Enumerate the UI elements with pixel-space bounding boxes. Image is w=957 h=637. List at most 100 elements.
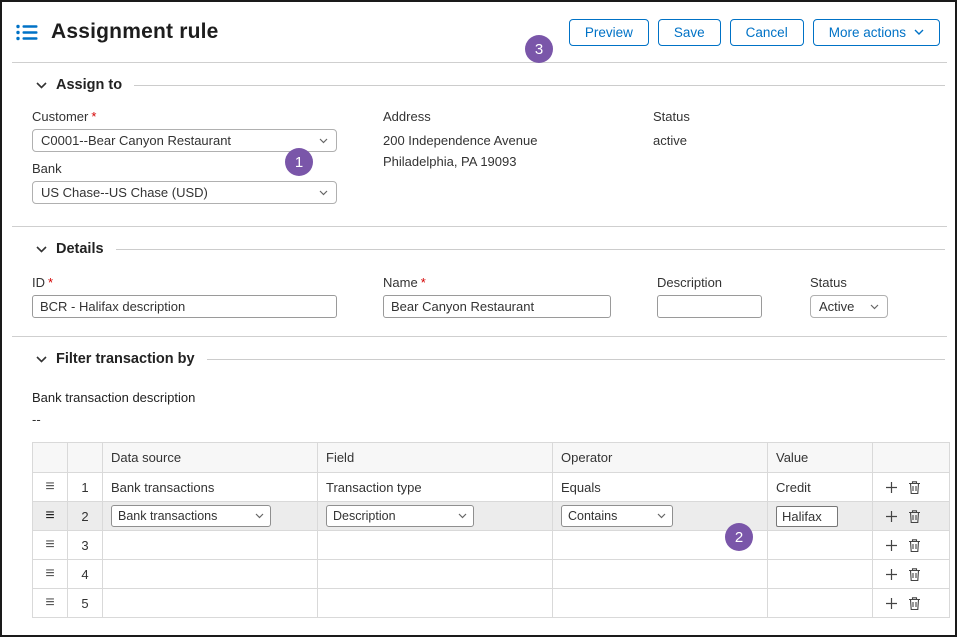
details-status-value: Active	[819, 299, 854, 314]
chevron-down-icon	[255, 513, 264, 519]
drag-handle-icon[interactable]: ≡	[45, 478, 54, 495]
drag-handle-icon[interactable]: ≡	[45, 565, 54, 582]
drag-handle-icon[interactable]: ≡	[45, 507, 54, 524]
cell-data-source[interactable]	[103, 531, 318, 560]
add-row-icon[interactable]	[885, 481, 898, 494]
assignment-rule-page: Assignment rule Preview Save Cancel More…	[0, 0, 957, 637]
details-status-label: Status	[810, 275, 945, 290]
details-status-select[interactable]: Active	[810, 295, 888, 318]
section-rule	[207, 359, 945, 360]
section-divider	[12, 336, 947, 337]
callout-badge-3: 3	[525, 35, 553, 63]
id-input[interactable]	[32, 295, 337, 318]
chevron-down-icon	[319, 190, 328, 196]
add-row-icon[interactable]	[885, 510, 898, 523]
cell-data-source[interactable]	[103, 589, 318, 618]
preview-button[interactable]: Preview	[569, 19, 649, 46]
more-actions-button[interactable]: More actions	[813, 19, 940, 46]
bank-transaction-description-value: --	[32, 412, 945, 427]
cell-field: Transaction type	[318, 473, 553, 502]
section-title: Filter transaction by	[56, 351, 195, 367]
delete-row-icon[interactable]	[908, 596, 921, 611]
name-input[interactable]	[383, 295, 611, 318]
bank-transaction-description-label: Bank transaction description	[32, 390, 945, 405]
filter-conditions-table: Data source Field Operator Value ≡ 1 Ban…	[32, 442, 950, 618]
address-label: Address	[383, 109, 653, 124]
cell-operator: Equals	[553, 473, 768, 502]
cell-value[interactable]	[768, 531, 873, 560]
chevron-down-icon	[36, 356, 47, 363]
table-row-4: ≡ 4	[33, 560, 950, 589]
cell-operator[interactable]	[553, 589, 768, 618]
assign-to-section-header[interactable]: Assign to	[12, 77, 945, 93]
description-input[interactable]	[657, 295, 762, 318]
cell-operator[interactable]	[553, 560, 768, 589]
select-value: Contains	[568, 509, 617, 523]
chevron-down-icon	[319, 138, 328, 144]
row2-data-source-select[interactable]: Bank transactions	[111, 505, 271, 527]
cell-value[interactable]	[768, 560, 873, 589]
bank-select[interactable]: US Chase--US Chase (USD)	[32, 181, 337, 204]
col-header-data-source: Data source	[103, 443, 318, 473]
details-section-header[interactable]: Details	[12, 241, 945, 257]
row2-operator-select[interactable]: Contains	[561, 505, 673, 527]
details-section: Details ID* Name* Description Status Act…	[2, 241, 955, 318]
status-label: Status	[653, 109, 945, 124]
bank-label: Bank	[32, 161, 383, 176]
address-line-2: Philadelphia, PA 19093	[383, 151, 653, 172]
row-number: 1	[68, 473, 103, 502]
description-label: Description	[657, 275, 810, 290]
delete-row-icon[interactable]	[908, 480, 921, 495]
col-header-operator: Operator	[553, 443, 768, 473]
chevron-down-icon	[657, 513, 666, 519]
required-asterisk: *	[421, 275, 426, 290]
add-row-icon[interactable]	[885, 568, 898, 581]
name-label: Name*	[383, 275, 657, 290]
select-value: Bank transactions	[118, 509, 217, 523]
section-rule	[134, 85, 945, 86]
drag-handle-icon[interactable]: ≡	[45, 594, 54, 611]
section-title: Assign to	[56, 77, 122, 93]
customer-select-value: C0001--Bear Canyon Restaurant	[41, 133, 231, 148]
delete-row-icon[interactable]	[908, 567, 921, 582]
cancel-button[interactable]: Cancel	[730, 19, 804, 46]
chevron-down-icon	[36, 82, 47, 89]
section-rule	[116, 249, 945, 250]
required-asterisk: *	[91, 109, 96, 124]
chevron-down-icon	[870, 304, 879, 310]
delete-row-icon[interactable]	[908, 538, 921, 553]
customer-select[interactable]: C0001--Bear Canyon Restaurant	[32, 129, 337, 152]
row2-value-input[interactable]	[776, 506, 838, 527]
header: Assignment rule Preview Save Cancel More…	[2, 2, 955, 62]
drag-handle-icon[interactable]: ≡	[45, 536, 54, 553]
assign-to-section: Assign to Customer* C0001--Bear Canyon R…	[2, 77, 955, 204]
row-number: 3	[68, 531, 103, 560]
bank-select-value: US Chase--US Chase (USD)	[41, 185, 208, 200]
header-buttons: Preview Save Cancel More actions	[569, 19, 940, 46]
drag-column-header	[33, 443, 68, 473]
add-row-icon[interactable]	[885, 539, 898, 552]
cell-value[interactable]	[768, 589, 873, 618]
add-row-icon[interactable]	[885, 597, 898, 610]
chevron-down-icon	[458, 513, 467, 519]
select-value: Description	[333, 509, 396, 523]
save-button[interactable]: Save	[658, 19, 721, 46]
row-number: 5	[68, 589, 103, 618]
cell-field[interactable]	[318, 589, 553, 618]
filter-section: Filter transaction by Bank transaction d…	[2, 351, 955, 618]
address-line-1: 200 Independence Avenue	[383, 130, 653, 151]
table-row-2: ≡ 2 Bank transactions Description	[33, 502, 950, 531]
callout-badge-2: 2	[725, 523, 753, 551]
callout-badge-1: 1	[285, 148, 313, 176]
row-number: 4	[68, 560, 103, 589]
row2-field-select[interactable]: Description	[326, 505, 474, 527]
row-number: 2	[68, 502, 103, 531]
number-column-header	[68, 443, 103, 473]
filter-section-header[interactable]: Filter transaction by	[12, 351, 945, 367]
cell-field[interactable]	[318, 560, 553, 589]
list-menu-icon[interactable]	[16, 24, 38, 41]
chevron-down-icon	[36, 246, 47, 253]
cell-data-source[interactable]	[103, 560, 318, 589]
delete-row-icon[interactable]	[908, 509, 921, 524]
cell-field[interactable]	[318, 531, 553, 560]
